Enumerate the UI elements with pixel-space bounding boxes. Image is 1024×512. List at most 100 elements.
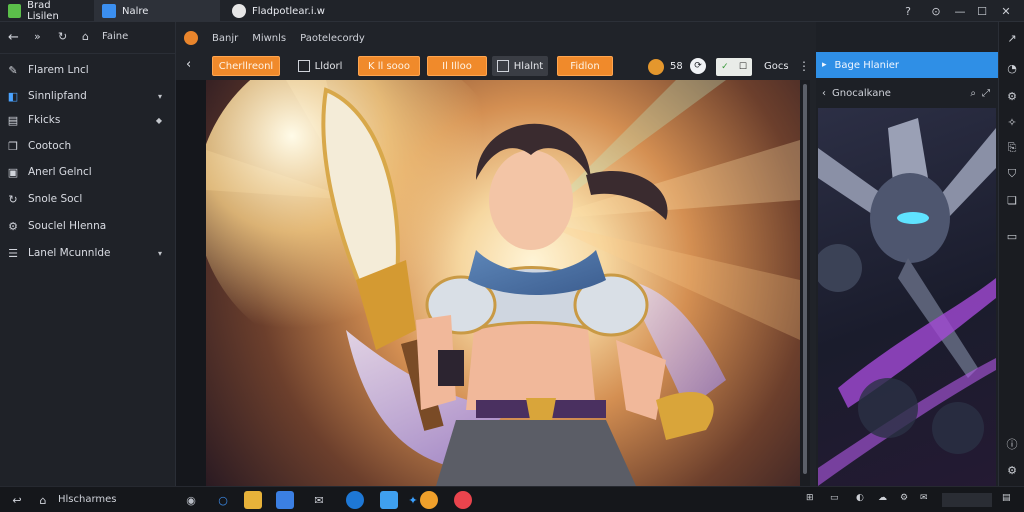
shield-icon[interactable]: ⛉ [1004, 166, 1020, 182]
action-center-icon[interactable]: ▤ [1002, 493, 1011, 503]
sidebar-item-label: Lanel Mcunnlde [28, 247, 111, 259]
forward-icon[interactable]: » [34, 30, 41, 43]
minimize-icon[interactable]: — [952, 3, 968, 19]
count-badge: 58 [670, 61, 683, 72]
battery-icon[interactable]: ▭ [830, 493, 839, 503]
sidebar-nav-label[interactable]: Faine [102, 31, 128, 42]
bookmark-icon[interactable]: ❏ [1004, 192, 1020, 208]
gear-icon[interactable]: ⚙ [1004, 88, 1020, 104]
send-button[interactable]: Gocs [764, 61, 789, 72]
pin-icon[interactable]: ↗ [1004, 30, 1020, 46]
sidebar-item-2[interactable]: ▤ Fkicks ◆ [6, 109, 170, 131]
scrollbar-thumb[interactable] [803, 84, 807, 474]
artwork-canvas[interactable] [206, 80, 800, 486]
toolbar: ‹ Cherllreonl Lldorl K ll sooo Il Illoo … [176, 54, 816, 80]
right-rail: ↗ ◔ ⚙ ✧ ⎘ ⛉ ❏ ▭ ⓘ ⚙ [998, 22, 1024, 486]
tab-2[interactable]: Fladpotlear.i.w [224, 0, 354, 22]
folder-icon: ▣ [7, 165, 19, 179]
search-icon[interactable]: ⌕ [970, 88, 976, 99]
volume-icon[interactable]: ◐ [856, 493, 864, 503]
refresh-icon[interactable]: ⟳ [690, 58, 706, 74]
collapse-left-icon[interactable]: ‹ [186, 57, 191, 72]
browser-icon[interactable] [346, 491, 364, 509]
document-icon [102, 4, 116, 18]
tab-bar: Brad Lisilen Nalre Fladpotlear.i.w ? ⊙ —… [0, 0, 1024, 22]
copy-icon: ❐ [8, 139, 18, 153]
maximize-icon[interactable]: ☐ [974, 3, 990, 19]
chevron-down-icon[interactable]: ▾ [158, 92, 162, 101]
toolbar-button-1[interactable]: Lldorl [290, 56, 350, 76]
toolbar-button-2[interactable]: K ll sooo [358, 56, 420, 76]
back-icon[interactable]: ← [8, 30, 19, 45]
assistant-icon[interactable]: ◉ [182, 491, 200, 509]
home-icon[interactable]: ⌂ [82, 30, 89, 43]
share-icon[interactable]: ⎘ [1004, 140, 1020, 156]
toolbar-button-5[interactable]: Fidlon [557, 56, 613, 76]
maps-icon[interactable] [454, 491, 472, 509]
sidebar-item-6[interactable]: ⚙ Souclel Hlenna [6, 215, 170, 237]
folder-icon[interactable] [244, 491, 262, 509]
chevron-down-icon[interactable]: ▾ [158, 249, 162, 258]
lightbulb-icon[interactable]: ✧ [1004, 114, 1020, 130]
cortana-icon[interactable]: ○ [214, 491, 232, 509]
preview-image[interactable] [818, 108, 996, 486]
avatar-icon[interactable] [648, 59, 664, 75]
network-icon[interactable]: ⊞ [806, 493, 814, 503]
sidebar-item-label: Sinnlipfand [28, 90, 87, 102]
sidebar-item-label: Anerl Gelncl [28, 166, 92, 178]
list-icon: ☰ [8, 246, 18, 260]
layers-icon: ◧ [7, 89, 19, 103]
expand-icon[interactable]: ⤢ [982, 88, 990, 99]
sidebar-item-5[interactable]: ↻ Snole Socl [6, 188, 170, 210]
panel-icon[interactable]: ▭ [1004, 228, 1020, 244]
media-icon[interactable] [420, 491, 438, 509]
check-toggle[interactable]: ✓ ☐ [716, 58, 752, 76]
tab-0[interactable]: Brad Lisilen [0, 0, 90, 22]
notification-icon[interactable]: ✉ [920, 493, 928, 503]
image-icon [297, 60, 310, 72]
toolbar-button-0[interactable]: Cherllreonl [212, 56, 280, 76]
info-icon[interactable]: ⊙ [928, 3, 944, 19]
diamond-icon[interactable]: ◆ [156, 116, 162, 125]
toolbar-button-3[interactable]: Il Illoo [427, 56, 487, 76]
right-panel-title: Bage Hlanier [834, 59, 900, 71]
app-icon [8, 4, 22, 18]
store-icon[interactable] [276, 491, 294, 509]
sidebar-item-7[interactable]: ☰ Lanel Mcunnlde ▾ [6, 242, 170, 264]
cloud-icon[interactable]: ☁ [878, 493, 887, 503]
refresh-icon: ↻ [8, 192, 18, 206]
back-icon[interactable]: ↩ [8, 491, 26, 509]
clock-area[interactable] [942, 493, 992, 507]
right-panel-header[interactable]: ▸ Bage Hlanier [816, 52, 998, 78]
vertical-scrollbar[interactable] [800, 80, 810, 486]
right-panel-search-label: Gnocalkane [832, 87, 891, 99]
toolbar-button-4[interactable]: Hlalnt [492, 56, 548, 76]
tab-1[interactable]: Nalre [94, 0, 220, 22]
tab-label: Fladpotlear.i.w [252, 5, 325, 17]
breadcrumb-item[interactable]: Banjr [212, 33, 238, 44]
explorer-icon[interactable] [380, 491, 398, 509]
tab-label: Brad Lisilen [27, 0, 59, 22]
settings-icon[interactable]: ⚙ [900, 493, 908, 503]
mail-icon[interactable]: ✉ [310, 491, 328, 509]
taskbar-search[interactable]: Hlscharmes [58, 494, 117, 505]
help-icon[interactable]: ? [900, 3, 916, 19]
close-icon[interactable]: ✕ [998, 3, 1014, 19]
settings-icon: ⚙ [8, 219, 18, 233]
arrow-right-icon: ▸ [822, 60, 827, 70]
breadcrumb-item[interactable]: Paotelecordy [300, 33, 365, 44]
refresh-icon[interactable]: ↻ [58, 30, 67, 43]
home-icon[interactable]: ⌂ [34, 491, 52, 509]
sidebar-item-label: Flarem Lncl [28, 64, 89, 76]
sidebar-nav: ← » ↻ ⌂ Faine [0, 22, 176, 54]
bell-icon[interactable]: ◔ [1004, 60, 1020, 76]
settings-icon[interactable]: ⚙ [1004, 462, 1020, 478]
sidebar-item-3[interactable]: ❐ Cootoch [6, 135, 170, 157]
more-icon[interactable]: ⋮ [798, 59, 810, 73]
sidebar-item-0[interactable]: ✎ Flarem Lncl [6, 59, 170, 81]
sidebar-item-4[interactable]: ▣ Anerl Gelncl [6, 161, 170, 183]
breadcrumb-item[interactable]: Miwnls [252, 33, 286, 44]
sidebar-item-1[interactable]: ◧ Sinnlipfand ▾ [6, 85, 170, 107]
chevron-left-icon[interactable]: ‹ [822, 88, 826, 99]
info-icon[interactable]: ⓘ [1004, 436, 1020, 452]
